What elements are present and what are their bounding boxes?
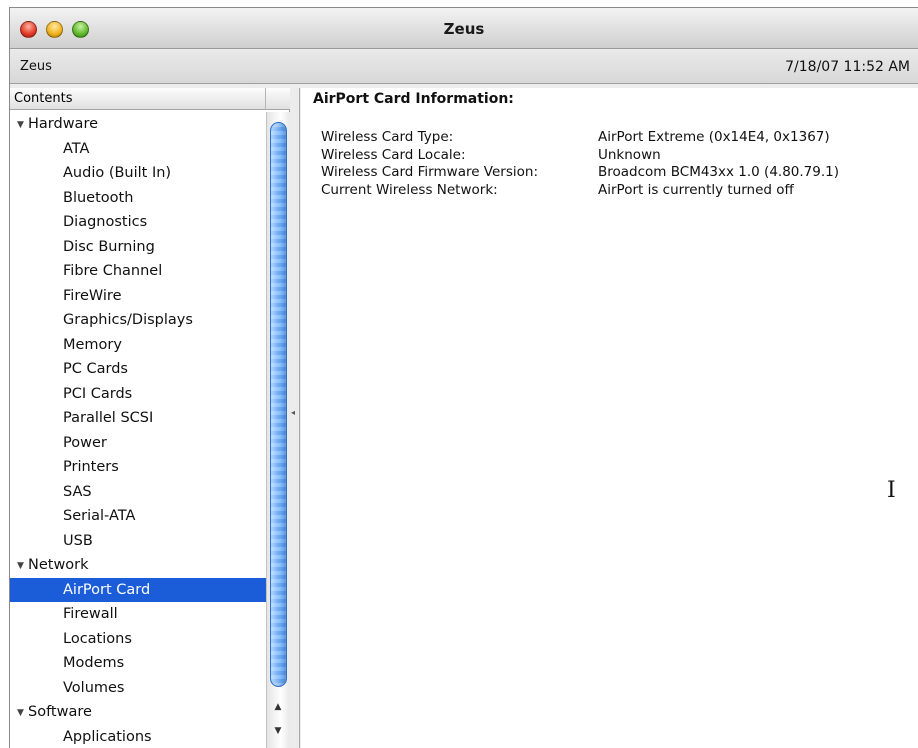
- info-row: Wireless Card Firmware Version: Broadcom…: [321, 164, 839, 182]
- tree-item-firewall[interactable]: Firewall: [10, 602, 266, 627]
- tree-item-serial-ata[interactable]: Serial-ATA: [10, 504, 266, 529]
- tree-item-applications[interactable]: Applications: [10, 725, 266, 748]
- contents-tree: ▼ Hardware ATA Audio (Built In) Bluetooth…: [10, 112, 266, 748]
- tree-item-usb[interactable]: USB: [10, 529, 266, 554]
- tree-item-pc-cards[interactable]: PC Cards: [10, 357, 266, 382]
- tree-group-network[interactable]: ▼ Network: [10, 553, 266, 578]
- sidebar-scrollbar[interactable]: ▲ ▼: [266, 112, 290, 748]
- i-beam-cursor-icon: I: [887, 478, 896, 503]
- info-value: Broadcom BCM43xx 1.0 (4.80.79.1): [598, 164, 839, 180]
- window-title: Zeus: [443, 20, 485, 38]
- tree-group-label: Software: [28, 704, 92, 720]
- tree-group-software[interactable]: ▼ Software: [10, 700, 266, 725]
- tree-item-power[interactable]: Power: [10, 431, 266, 456]
- tree-item-graphics-displays[interactable]: Graphics/Displays: [10, 308, 266, 333]
- contents-column-header[interactable]: Contents: [10, 88, 266, 110]
- tree-group-hardware[interactable]: ▼ Hardware: [10, 112, 266, 137]
- contents-sidebar: Contents ▼ Hardware ATA Audio (Built In) …: [10, 88, 290, 748]
- info-row: Current Wireless Network: AirPort is cur…: [321, 182, 839, 200]
- split-view-divider[interactable]: ◂: [291, 88, 300, 748]
- tree-item-parallel-scsi[interactable]: Parallel SCSI: [10, 406, 266, 431]
- tree-item-pci-cards[interactable]: PCI Cards: [10, 382, 266, 407]
- divider-arrow-icon: ◂: [291, 408, 296, 417]
- info-key: Wireless Card Firmware Version:: [321, 164, 539, 180]
- tree-item-fibre-channel[interactable]: Fibre Channel: [10, 259, 266, 284]
- tree-item-bluetooth[interactable]: Bluetooth: [10, 186, 266, 211]
- detail-pane: AirPort Card Information: Wireless Card …: [301, 88, 918, 748]
- tree-item-airport-card[interactable]: AirPort Card: [10, 577, 266, 602]
- tree-item-printers[interactable]: Printers: [10, 455, 266, 480]
- system-profiler-window: Zeus Zeus 7/18/07 11:52 AM Contents ▼ Har…: [9, 7, 918, 748]
- info-key: Wireless Card Type:: [321, 129, 454, 145]
- airport-info-list: Wireless Card Type: AirPort Extreme (0x1…: [321, 129, 839, 199]
- disclosure-triangle-icon[interactable]: ▼: [17, 554, 28, 579]
- info-value: Unknown: [598, 146, 661, 163]
- info-row: Wireless Card Type: AirPort Extreme (0x1…: [321, 129, 839, 147]
- tree-item-sas[interactable]: SAS: [10, 480, 266, 505]
- column-header-corner: [266, 88, 290, 110]
- disclosure-triangle-icon[interactable]: ▼: [17, 701, 28, 726]
- disclosure-triangle-icon[interactable]: ▼: [17, 113, 28, 138]
- detail-title: AirPort Card Information:: [313, 91, 514, 107]
- info-value: AirPort Extreme (0x14E4, 0x1367): [598, 129, 830, 145]
- tree-item-audio[interactable]: Audio (Built In): [10, 161, 266, 186]
- info-row: Wireless Card Locale: Unknown: [321, 147, 839, 165]
- info-key: Current Wireless Network:: [321, 181, 498, 198]
- tree-item-modems[interactable]: Modems: [10, 651, 266, 676]
- scroll-up-arrow-icon[interactable]: ▲: [272, 702, 284, 712]
- title-bar[interactable]: Zeus: [10, 8, 918, 49]
- tree-item-volumes[interactable]: Volumes: [10, 676, 266, 701]
- tree-item-locations[interactable]: Locations: [10, 627, 266, 652]
- info-key: Wireless Card Locale:: [321, 146, 466, 163]
- report-datetime: 7/18/07 11:52 AM: [785, 59, 910, 75]
- tree-item-memory[interactable]: Memory: [10, 333, 266, 358]
- tree-item-ata[interactable]: ATA: [10, 137, 266, 162]
- info-value: AirPort is currently turned off: [598, 181, 794, 198]
- tree-item-diagnostics[interactable]: Diagnostics: [10, 210, 266, 235]
- tree-item-firewire[interactable]: FireWire: [10, 284, 266, 309]
- tree-group-label: Network: [28, 557, 89, 573]
- tree-group-label: Hardware: [28, 116, 99, 132]
- scrollbar-thumb[interactable]: [270, 122, 287, 687]
- info-bar: Zeus 7/18/07 11:52 AM: [10, 50, 918, 84]
- scroll-down-arrow-icon[interactable]: ▼: [272, 726, 284, 736]
- tree-item-disc-burning[interactable]: Disc Burning: [10, 235, 266, 260]
- machine-name: Zeus: [20, 59, 52, 74]
